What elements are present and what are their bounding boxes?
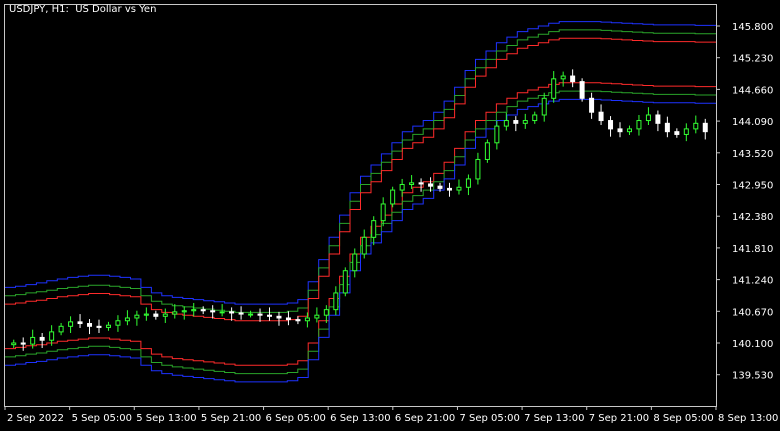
y-axis: 145.800 145.230 144.660 144.090 143.520 142.9…: [716, 22, 773, 382]
y-tick-label: 144.660: [732, 85, 773, 96]
chart-title: USDJPY, H1: US Dollar vs Yen: [9, 4, 157, 15]
y-tick-label: 140.100: [732, 339, 773, 350]
y-tick-label: 142.380: [732, 212, 773, 223]
y-tick-label: 140.670: [732, 307, 773, 318]
x-tick-label: 5 Sep 13:00: [136, 413, 196, 424]
y-tick-label: 145.800: [732, 22, 773, 33]
y-tick-label: 141.810: [732, 244, 773, 255]
x-tick-label: 2 Sep 2022: [7, 413, 64, 424]
x-tick-label: 7 Sep 21:00: [589, 413, 649, 424]
y-tick-label: 142.950: [732, 181, 773, 192]
y-tick-label: 141.240: [732, 276, 773, 287]
y-tick-label: 145.230: [732, 54, 773, 65]
y-tick-label: 144.090: [732, 117, 773, 128]
x-tick-label: 5 Sep 21:00: [201, 413, 261, 424]
x-tick-label: 6 Sep 13:00: [330, 413, 390, 424]
y-tick-label: 143.520: [732, 149, 773, 160]
x-tick-label: 5 Sep 05:00: [72, 413, 132, 424]
chart-window[interactable]: 145.800 145.230 144.660 144.090 143.520 142.9…: [0, 0, 780, 431]
x-tick-label: 6 Sep 21:00: [395, 413, 455, 424]
x-axis: 2 Sep 2022 5 Sep 05:00 5 Sep 13:00 5 Sep 21…: [4, 406, 778, 424]
x-tick-label: 7 Sep 13:00: [524, 413, 584, 424]
y-tick-label: 139.530: [732, 371, 773, 382]
plot-area-frame: [4, 4, 717, 407]
x-tick-label: 6 Sep 05:00: [266, 413, 326, 424]
x-tick-label: 8 Sep 13:00: [718, 413, 778, 424]
x-tick-label: 8 Sep 05:00: [653, 413, 713, 424]
x-tick-label: 7 Sep 05:00: [459, 413, 519, 424]
